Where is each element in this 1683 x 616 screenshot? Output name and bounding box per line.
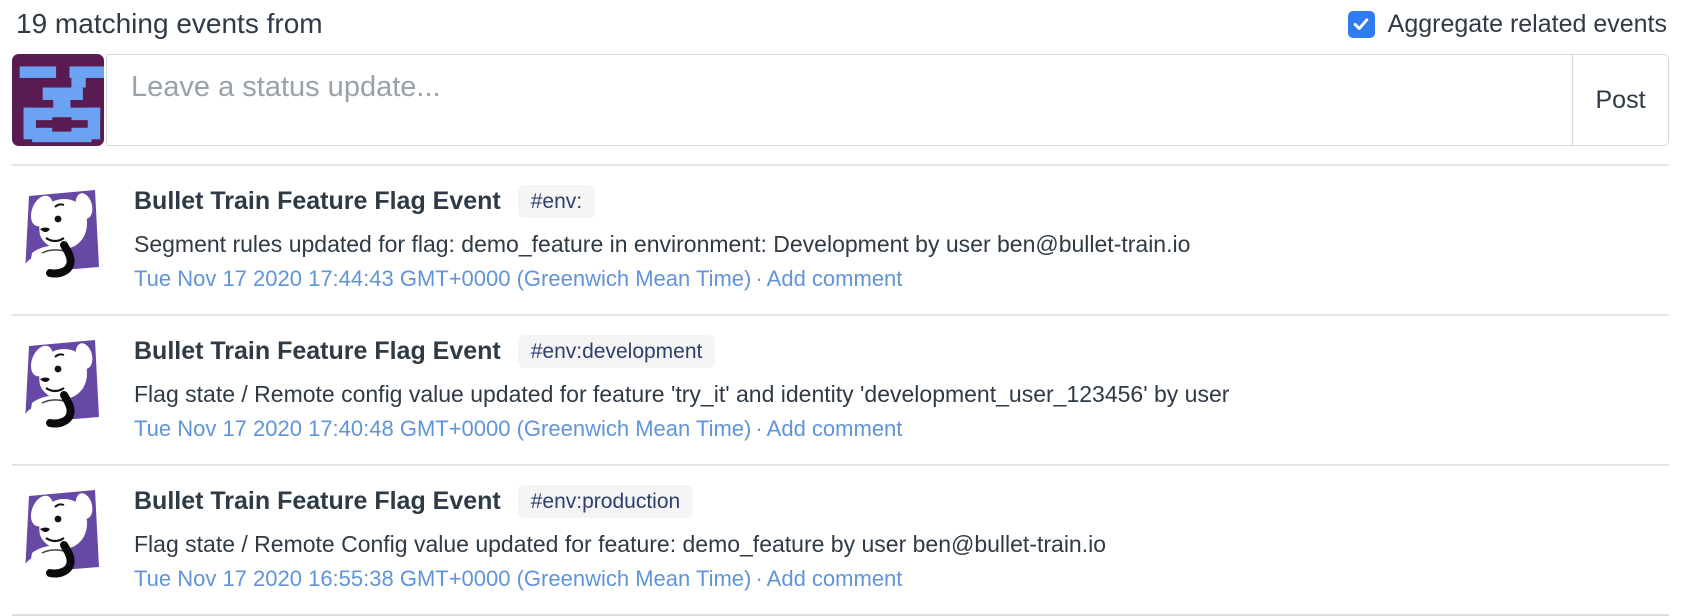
event-meta-row: Tue Nov 17 2020 17:44:43 GMT+0000 (Green… — [134, 265, 1190, 293]
add-comment-link[interactable]: Add comment — [767, 266, 903, 291]
status-composer-box: Post — [106, 54, 1669, 146]
separator-dot: · — [751, 416, 766, 441]
event-tag[interactable]: #env:production — [518, 485, 693, 518]
event-timestamp-link[interactable]: Tue Nov 17 2020 17:40:48 GMT+0000 (Green… — [134, 416, 751, 441]
datadog-dog-avatar-icon — [12, 333, 108, 429]
event-tag[interactable]: #env: — [518, 185, 595, 218]
status-update-input[interactable] — [107, 55, 1572, 145]
aggregate-label: Aggregate related events — [1388, 10, 1667, 39]
separator-dot: · — [751, 266, 766, 291]
event-row[interactable]: Bullet Train Feature Flag Event #env:pro… — [12, 464, 1669, 614]
event-description: Flag state / Remote Config value updated… — [134, 529, 1106, 559]
page-title: 19 matching events from — [16, 8, 323, 40]
event-row[interactable]: Bullet Train Feature Flag Event #env: Se… — [12, 164, 1669, 314]
event-meta-row: Tue Nov 17 2020 17:40:48 GMT+0000 (Green… — [134, 415, 1229, 443]
aggregate-toggle[interactable]: Aggregate related events — [1348, 10, 1667, 39]
add-comment-link[interactable]: Add comment — [767, 566, 903, 591]
aggregate-checkbox[interactable] — [1348, 11, 1375, 38]
add-comment-link[interactable]: Add comment — [767, 416, 903, 441]
event-timestamp-link[interactable]: Tue Nov 17 2020 17:44:43 GMT+0000 (Green… — [134, 266, 751, 291]
event-timestamp-link[interactable]: Tue Nov 17 2020 16:55:38 GMT+0000 (Green… — [134, 566, 751, 591]
event-title: Bullet Train Feature Flag Event — [134, 487, 501, 516]
datadog-dog-avatar-icon — [12, 183, 108, 279]
post-button[interactable]: Post — [1572, 55, 1668, 145]
event-title: Bullet Train Feature Flag Event — [134, 337, 501, 366]
separator-dot: · — [751, 566, 766, 591]
events-header: 19 matching events from Aggregate relate… — [12, 0, 1669, 50]
event-content: Bullet Train Feature Flag Event #env: Se… — [134, 181, 1190, 293]
datadog-dog-avatar-icon — [12, 483, 108, 579]
events-page: 19 matching events from Aggregate relate… — [0, 0, 1683, 616]
event-content: Bullet Train Feature Flag Event #env:pro… — [134, 481, 1106, 593]
event-title: Bullet Train Feature Flag Event — [134, 187, 501, 216]
user-pixel-avatar-icon — [12, 54, 104, 146]
event-description: Segment rules updated for flag: demo_fea… — [134, 229, 1190, 259]
event-content: Bullet Train Feature Flag Event #env:dev… — [134, 331, 1229, 443]
event-description: Flag state / Remote config value updated… — [134, 379, 1229, 409]
check-icon — [1351, 14, 1371, 34]
event-tag[interactable]: #env:development — [518, 335, 716, 368]
event-row[interactable]: Bullet Train Feature Flag Event #env:dev… — [12, 314, 1669, 464]
event-meta-row: Tue Nov 17 2020 16:55:38 GMT+0000 (Green… — [134, 565, 1106, 593]
status-composer: Post — [12, 54, 1669, 146]
event-list: Bullet Train Feature Flag Event #env: Se… — [12, 164, 1669, 616]
